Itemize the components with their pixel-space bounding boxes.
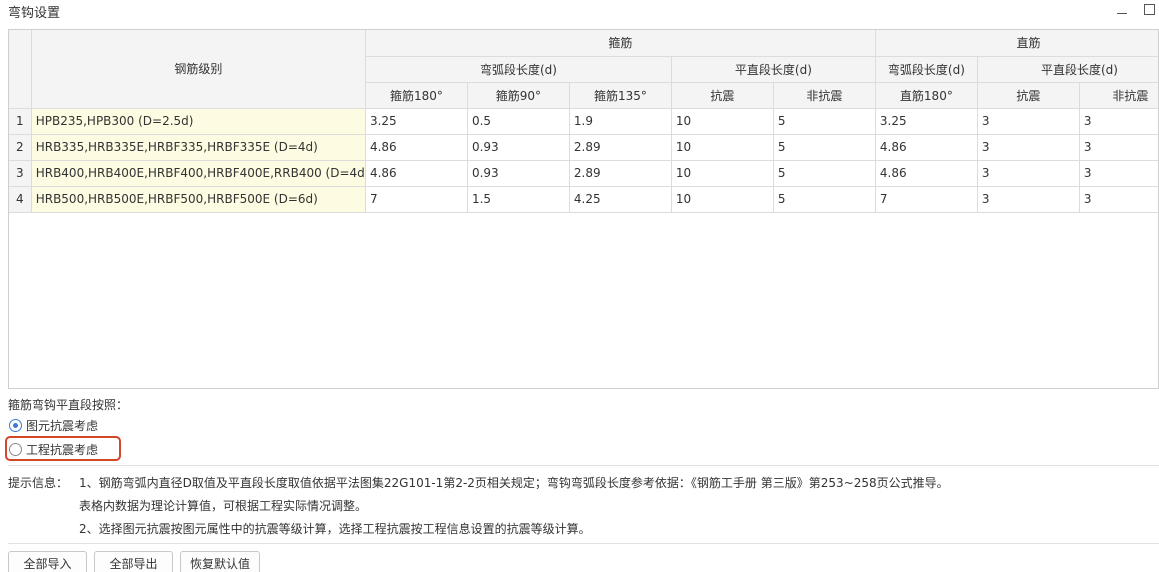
value-cell[interactable]: 4.86 xyxy=(364,159,468,187)
col-header: 抗震 xyxy=(670,81,774,109)
row-number: 1 xyxy=(9,107,32,135)
col-header: 直筋180° xyxy=(874,81,978,109)
value-cell[interactable]: 3 xyxy=(1078,133,1158,161)
radio-label[interactable]: 工程抗震考虑 xyxy=(26,441,98,458)
straight-header: 直筋 xyxy=(874,30,1158,57)
corner-header xyxy=(9,30,32,109)
value-cell[interactable]: 4.25 xyxy=(568,185,672,213)
rebar-level-cell: HRB400,HRB400E,HRBF400,HRBF400E,RRB400 (… xyxy=(30,159,366,187)
level-header: 钢筋级别 xyxy=(30,30,366,109)
straight-flat-header: 平直段长度(d) xyxy=(976,55,1158,83)
value-cell[interactable]: 10 xyxy=(670,159,774,187)
value-cell[interactable]: 5 xyxy=(772,133,876,161)
value-cell[interactable]: 3 xyxy=(976,185,1080,213)
tip-line: 1、钢筋弯弧内直径D取值及平直段长度取值依据平法图集22G101-1第2-2页相… xyxy=(79,476,949,490)
value-cell[interactable]: 3.25 xyxy=(874,107,978,135)
value-cell[interactable]: 0.93 xyxy=(466,133,570,161)
col-header: 非抗震 xyxy=(772,81,876,109)
value-cell[interactable]: 1.9 xyxy=(568,107,672,135)
table-row: 1 HPB235,HPB300 (D=2.5d) 3.25 0.5 1.9 10… xyxy=(9,107,1158,135)
divider xyxy=(8,465,1159,466)
window-title: 弯钩设置 xyxy=(8,6,61,21)
value-cell[interactable]: 3 xyxy=(976,107,1080,135)
stirrup-flat-header: 平直段长度(d) xyxy=(670,55,876,83)
radio-project-seismic[interactable]: 工程抗震考虑 xyxy=(9,440,98,458)
value-cell[interactable]: 10 xyxy=(670,107,774,135)
title-bar: 弯钩设置 xyxy=(0,0,1159,22)
divider xyxy=(8,543,1159,544)
value-cell[interactable]: 1.5 xyxy=(466,185,570,213)
radio-element-seismic[interactable]: 图元抗震考虑 xyxy=(9,416,98,434)
radio-checked-icon[interactable] xyxy=(9,418,22,432)
value-cell[interactable]: 3.25 xyxy=(364,107,468,135)
col-header: 箍筋180° xyxy=(365,81,468,109)
tips-label: 提示信息： xyxy=(8,476,69,490)
value-cell[interactable]: 7 xyxy=(874,185,978,213)
col-header: 抗震 xyxy=(976,81,1080,109)
value-cell[interactable]: 5 xyxy=(772,185,876,213)
value-cell[interactable]: 3 xyxy=(1078,107,1158,135)
value-cell[interactable]: 3 xyxy=(976,159,1080,187)
value-cell[interactable]: 4.86 xyxy=(874,159,978,187)
tip-line: 表格内数据为理论计算值，可根据工程实际情况调整。 xyxy=(79,499,368,513)
value-cell[interactable]: 2.89 xyxy=(568,159,672,187)
col-header: 箍筋90° xyxy=(466,81,570,109)
minimize-icon[interactable] xyxy=(1115,2,1129,16)
value-cell[interactable]: 2.89 xyxy=(568,133,672,161)
hook-flat-mode-label: 箍筋弯钩平直段按照： xyxy=(8,398,129,412)
row-number: 2 xyxy=(9,133,32,161)
table-row: 2 HRB335,HRB335E,HRBF335,HRBF335E (D=4d)… xyxy=(9,133,1158,161)
value-cell[interactable]: 4.86 xyxy=(364,133,468,161)
value-cell[interactable]: 5 xyxy=(772,107,876,135)
row-number: 4 xyxy=(9,185,32,213)
value-cell[interactable]: 10 xyxy=(670,133,774,161)
table-row: 3 HRB400,HRB400E,HRBF400,HRBF400E,RRB400… xyxy=(9,159,1158,187)
hook-table: 钢筋级别 箍筋 直筋 弯弧段长度(d) 平直段长度(d) 弯弧段长度(d) 平直… xyxy=(9,30,1158,213)
value-cell[interactable]: 5 xyxy=(772,159,876,187)
col-header: 箍筋135° xyxy=(568,81,672,109)
value-cell[interactable]: 3 xyxy=(976,133,1080,161)
value-cell[interactable]: 4.86 xyxy=(874,133,978,161)
col-header: 非抗震 xyxy=(1078,81,1158,109)
radio-label[interactable]: 图元抗震考虑 xyxy=(26,417,98,434)
hook-settings-grid: 钢筋级别 箍筋 直筋 弯弧段长度(d) 平直段长度(d) 弯弧段长度(d) 平直… xyxy=(8,29,1159,389)
value-cell[interactable]: 3 xyxy=(1078,159,1158,187)
export-all-button[interactable]: 全部导出 xyxy=(94,551,173,572)
maximize-icon[interactable] xyxy=(1142,2,1156,16)
rebar-level-cell: HPB235,HPB300 (D=2.5d) xyxy=(30,107,366,135)
value-cell[interactable]: 10 xyxy=(670,185,774,213)
value-cell[interactable]: 7 xyxy=(364,185,468,213)
table-row: 4 HRB500,HRB500E,HRBF500,HRBF500E (D=6d)… xyxy=(9,185,1158,213)
value-cell[interactable]: 3 xyxy=(1078,185,1158,213)
import-all-button[interactable]: 全部导入 xyxy=(8,551,87,572)
straight-arc-header: 弯弧段长度(d) xyxy=(874,55,978,83)
radio-unchecked-icon[interactable] xyxy=(9,442,22,456)
row-number: 3 xyxy=(9,159,32,187)
stirrup-arc-header: 弯弧段长度(d) xyxy=(365,55,672,83)
rebar-level-cell: HRB500,HRB500E,HRBF500,HRBF500E (D=6d) xyxy=(30,185,366,213)
restore-default-button[interactable]: 恢复默认值 xyxy=(180,551,260,572)
value-cell[interactable]: 0.93 xyxy=(466,159,570,187)
stirrup-header: 箍筋 xyxy=(364,30,876,57)
tip-line: 2、选择图元抗震按图元属性中的抗震等级计算，选择工程抗震按工程信息设置的抗震等级… xyxy=(79,522,591,536)
value-cell[interactable]: 0.5 xyxy=(466,107,570,135)
rebar-level-cell: HRB335,HRB335E,HRBF335,HRBF335E (D=4d) xyxy=(30,133,366,161)
